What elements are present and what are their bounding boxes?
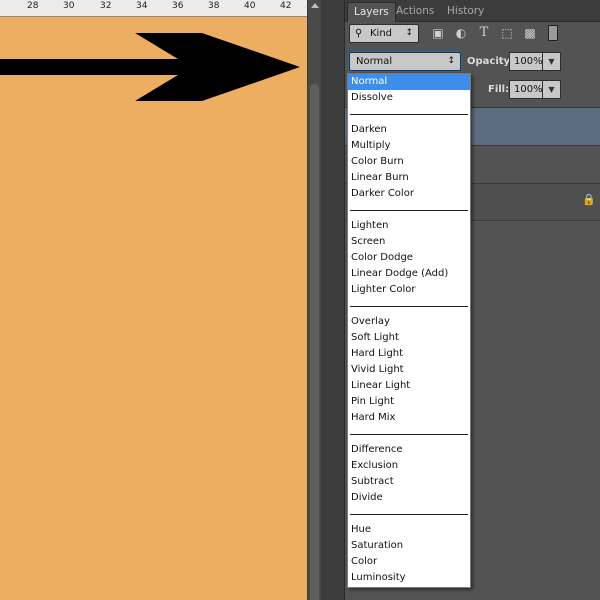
ruler-label: 30 xyxy=(63,1,75,11)
ruler-label: 38 xyxy=(208,1,220,11)
blend-menu-item[interactable]: Overlay xyxy=(348,314,470,330)
filter-toggle-icon[interactable] xyxy=(548,25,558,41)
horizontal-ruler: 28 30 32 34 36 38 40 42 xyxy=(0,0,307,17)
ruler-label: 42 xyxy=(280,1,292,11)
blend-mode-value: Normal xyxy=(356,56,393,67)
blend-menu-item[interactable]: Hard Light xyxy=(348,346,470,362)
blend-menu-item[interactable]: Linear Dodge (Add) xyxy=(348,266,470,282)
blend-menu-item[interactable]: Hue xyxy=(348,522,470,538)
panel-tabs: Layers Actions History xyxy=(345,0,600,22)
spinner-arrows-icon: ↕ xyxy=(405,28,413,38)
blend-mode-select[interactable]: Normal ↕ xyxy=(348,51,462,72)
blend-menu-item[interactable]: Subtract xyxy=(348,474,470,490)
document-canvas[interactable] xyxy=(0,17,307,600)
opacity-dropdown-button[interactable]: ▼ xyxy=(543,52,561,71)
blend-menu-item[interactable]: Color Dodge xyxy=(348,250,470,266)
ruler-label: 28 xyxy=(27,1,39,11)
fill-label: Fill: xyxy=(488,84,510,95)
blend-menu-item[interactable]: Screen xyxy=(348,234,470,250)
blend-menu-item[interactable]: Vivid Light xyxy=(348,362,470,378)
blend-menu-item[interactable]: Exclusion xyxy=(348,458,470,474)
fill-dropdown-button[interactable]: ▼ xyxy=(543,80,561,99)
spinner-arrows-icon: ↕ xyxy=(447,56,455,66)
blend-menu-item[interactable]: Saturation xyxy=(348,538,470,554)
blend-menu-item[interactable]: Luminosity xyxy=(348,570,470,586)
blend-menu-item[interactable]: Darker Color xyxy=(348,186,470,202)
blend-menu-item[interactable]: Normal xyxy=(348,74,470,90)
lock-icon: 🔒 xyxy=(582,193,596,206)
blend-menu-item[interactable]: Pin Light xyxy=(348,394,470,410)
panel-gutter xyxy=(321,0,345,600)
scrollbar-thumb[interactable] xyxy=(310,84,319,600)
shape-filter-icon[interactable]: ⬚ xyxy=(499,25,515,41)
blend-menu-item[interactable]: Color xyxy=(348,554,470,570)
blend-menu-item[interactable]: Soft Light xyxy=(348,330,470,346)
blend-mode-menu: Normal Dissolve Darken Multiply Color Burn Li… xyxy=(347,73,471,588)
menu-separator xyxy=(350,210,468,211)
menu-separator xyxy=(350,114,468,115)
ruler-label: 36 xyxy=(172,1,184,11)
opacity-label: Opacity: xyxy=(467,56,515,67)
blend-menu-item[interactable]: Darken xyxy=(348,122,470,138)
menu-separator xyxy=(350,306,468,307)
type-filter-icon[interactable]: T xyxy=(476,25,492,41)
filter-kind-label: Kind xyxy=(370,28,393,39)
smart-object-filter-icon[interactable]: ▩ xyxy=(522,25,538,41)
blend-menu-item[interactable]: Difference xyxy=(348,442,470,458)
ruler-label: 32 xyxy=(100,1,112,11)
tab-layers[interactable]: Layers xyxy=(347,2,396,22)
tab-history[interactable]: History xyxy=(441,2,490,22)
blend-menu-item[interactable]: Linear Burn xyxy=(348,170,470,186)
blend-menu-item[interactable]: Dissolve xyxy=(348,90,470,106)
arrow-right-icon xyxy=(0,33,300,101)
blend-menu-item[interactable]: Color Burn xyxy=(348,154,470,170)
opacity-input[interactable]: 100% xyxy=(509,52,543,71)
menu-separator xyxy=(350,434,468,435)
ruler-label: 34 xyxy=(136,1,148,11)
fill-input[interactable]: 100% xyxy=(509,80,543,99)
adjustment-filter-icon[interactable]: ◐ xyxy=(453,25,469,41)
search-icon: ⚲ xyxy=(355,28,363,39)
blend-menu-item[interactable]: Lighten xyxy=(348,218,470,234)
image-filter-icon[interactable]: ▣ xyxy=(430,25,446,41)
vertical-scrollbar[interactable] xyxy=(307,0,321,600)
blend-menu-item[interactable]: Divide xyxy=(348,490,470,506)
filter-kind-select[interactable]: ⚲ Kind ↕ xyxy=(349,24,419,43)
scroll-up-icon[interactable] xyxy=(311,3,319,8)
blend-menu-item[interactable]: Linear Light xyxy=(348,378,470,394)
tab-actions[interactable]: Actions xyxy=(390,2,440,22)
ruler-label: 40 xyxy=(244,1,256,11)
blend-menu-item[interactable]: Hard Mix xyxy=(348,410,470,426)
blend-menu-item[interactable]: Lighter Color xyxy=(348,282,470,298)
blend-menu-item[interactable]: Multiply xyxy=(348,138,470,154)
menu-separator xyxy=(350,514,468,515)
